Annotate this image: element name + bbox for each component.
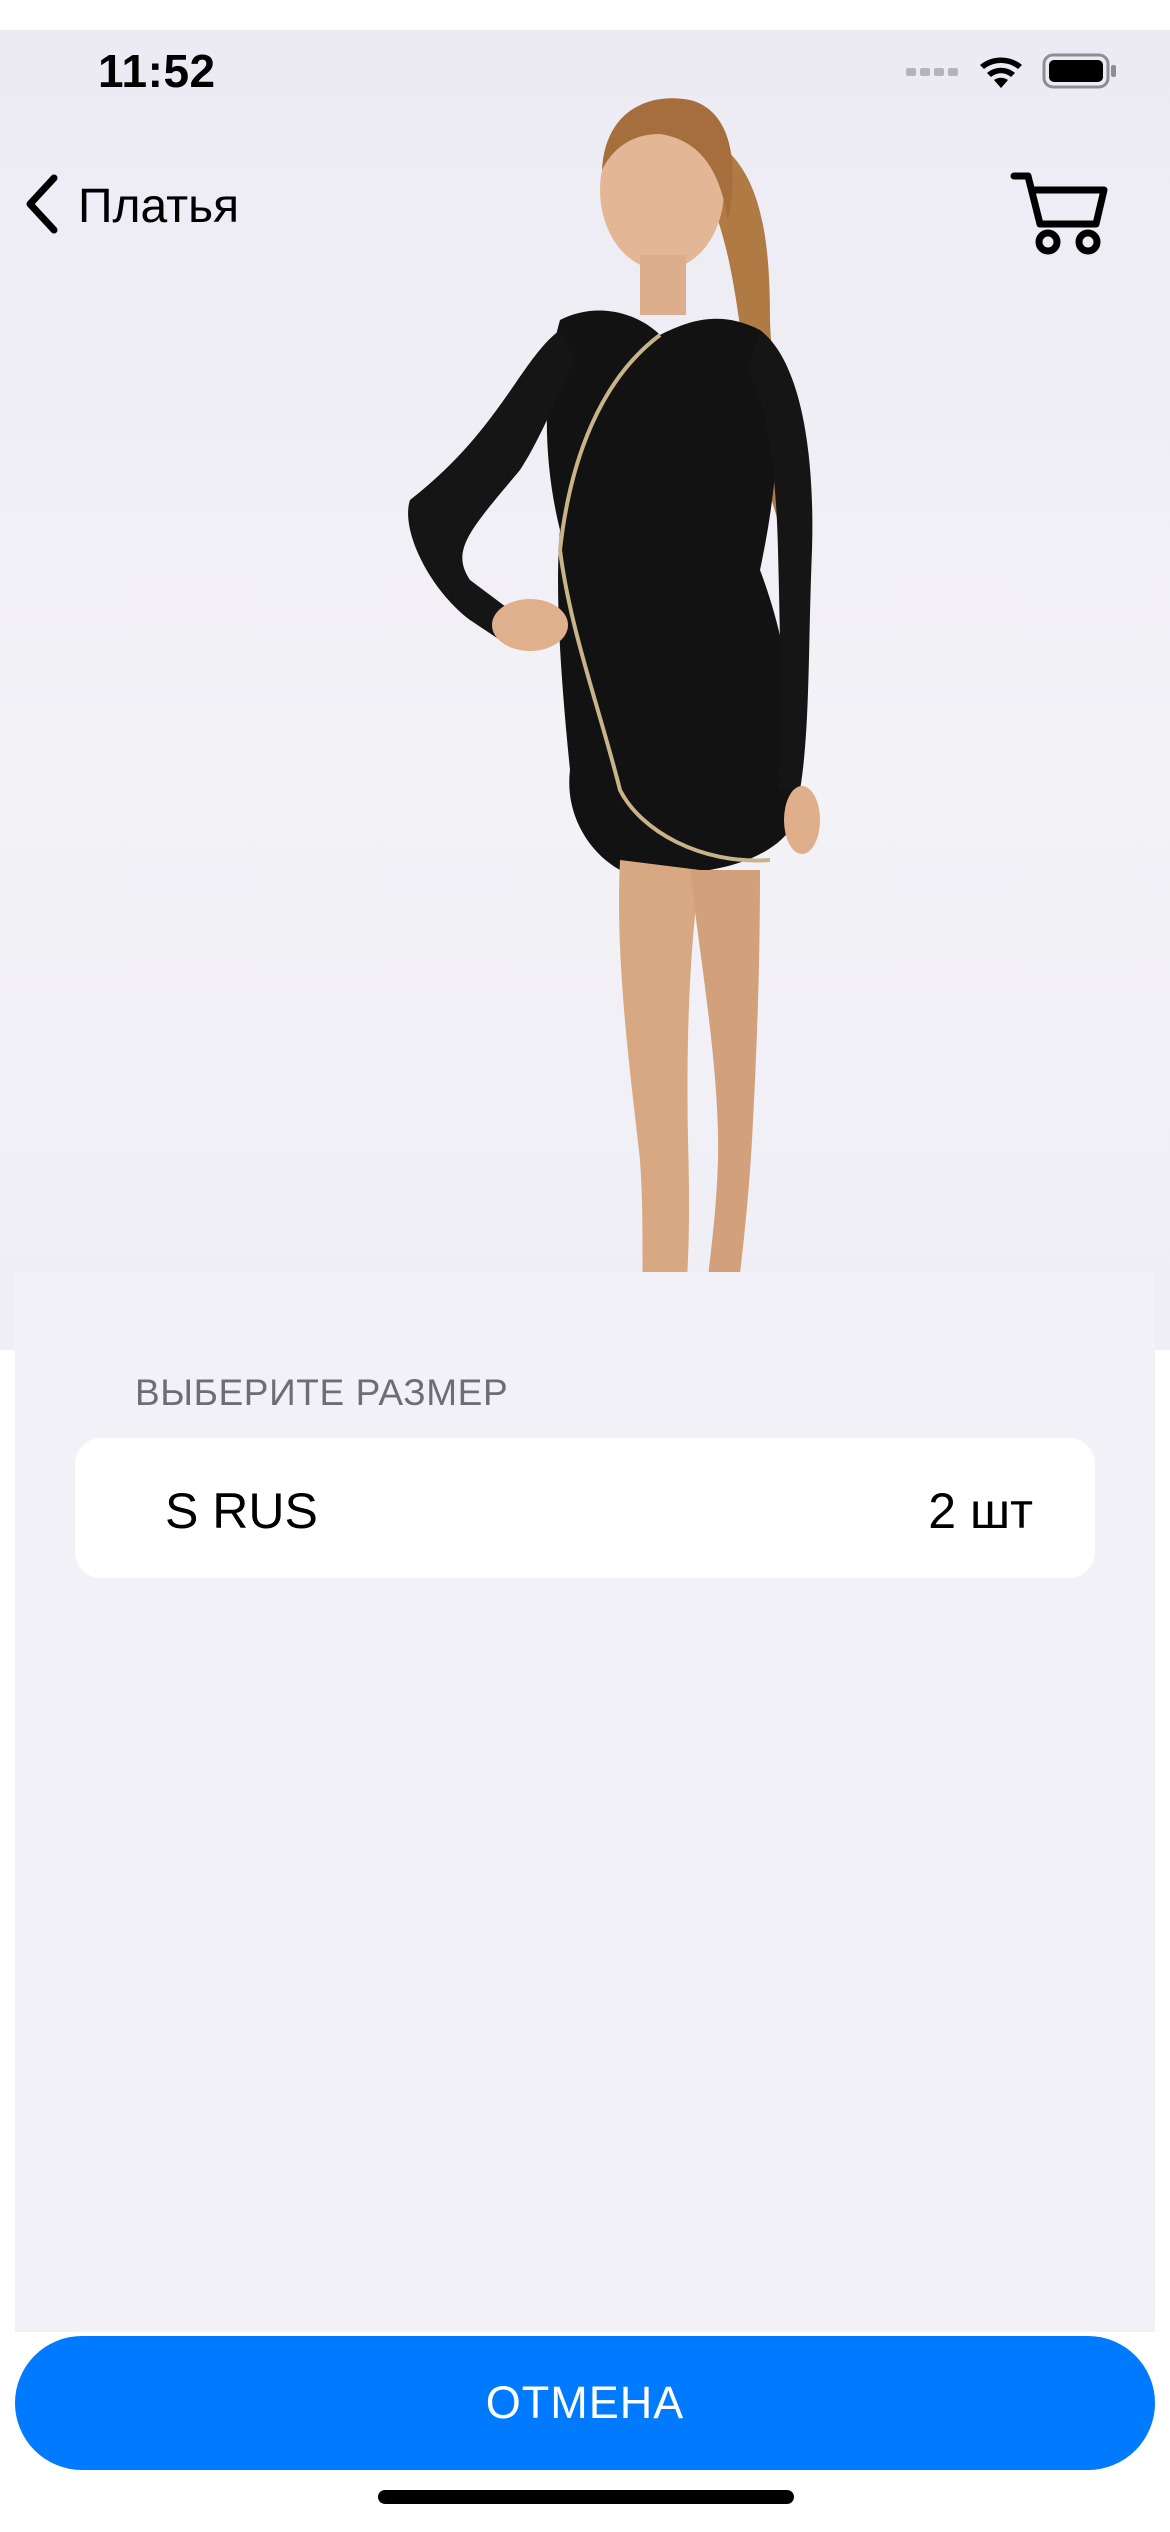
back-button[interactable]: Платья (22, 170, 239, 242)
size-option-row[interactable]: S RUS 2 шт (75, 1438, 1095, 1578)
size-sheet: ВЫБЕРИТЕ РАЗМЕР S RUS 2 шт (15, 1272, 1155, 2332)
battery-icon (1042, 52, 1118, 95)
chevron-left-icon (22, 174, 60, 239)
cart-button[interactable] (1010, 168, 1110, 256)
cancel-button-label: ОТМЕНА (485, 2377, 685, 2428)
section-header: ВЫБЕРИТЕ РАЗМЕР (135, 1372, 509, 1413)
status-icons (906, 52, 1118, 95)
status-time: 11:52 (98, 45, 216, 97)
back-button-label: Платья (78, 179, 240, 233)
cellular-signal-icon (906, 64, 960, 83)
cancel-button[interactable]: ОТМЕНА (15, 2336, 1155, 2470)
size-option-name: S RUS (165, 1483, 318, 1539)
size-option-quantity: 2 шт (928, 1483, 1033, 1539)
status-bar: 11:52 (0, 30, 1170, 120)
screen: 11:52 Платья ВЫБЕРИТЕ РАЗМЕР S RUS 2 шт … (0, 0, 1170, 2532)
wifi-icon (976, 52, 1026, 95)
home-indicator (378, 2490, 794, 2504)
cart-icon (1010, 172, 1110, 260)
